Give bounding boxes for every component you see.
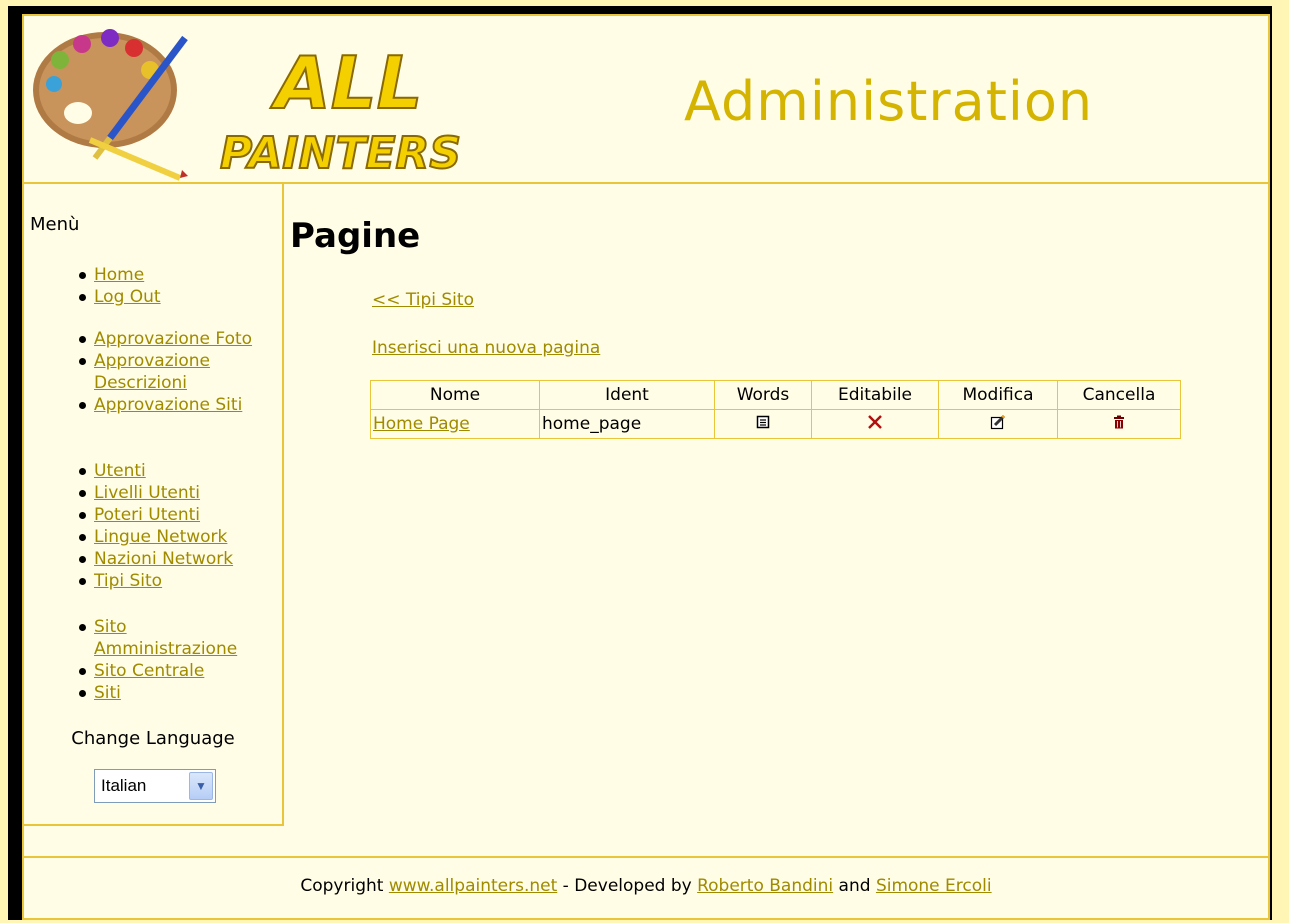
- menu-group-main: Home Log Out: [24, 264, 264, 308]
- edit-icon[interactable]: [990, 414, 1006, 430]
- menu-item-nazioni-network: Nazioni Network: [24, 548, 264, 570]
- footer-and: and: [833, 876, 876, 896]
- footer-developed-by: - Developed by: [557, 876, 698, 896]
- allpainters-logo: ALL PAINTERS: [33, 29, 462, 181]
- menu-group-users: Utenti Livelli Utenti Poteri Utenti Ling…: [24, 460, 264, 592]
- menu-heading: Menù: [30, 214, 80, 235]
- menu-item-tipi-sito: Tipi Sito: [24, 570, 264, 592]
- column-header-editabile: Editabile: [811, 380, 939, 410]
- menu-item-livelli-utenti: Livelli Utenti: [24, 482, 264, 504]
- cell-nome: Home Page: [370, 409, 540, 439]
- livelli-utenti-link[interactable]: Livelli Utenti: [94, 483, 200, 503]
- admin-title: Administration: [684, 70, 1094, 133]
- home-link[interactable]: Home: [94, 265, 144, 285]
- cell-ident: home_page: [539, 409, 715, 439]
- column-header-nome: Nome: [370, 380, 540, 410]
- footer-copyright: Copyright: [300, 876, 389, 896]
- list-icon[interactable]: [756, 415, 770, 429]
- logo-text-painters: PAINTERS: [220, 128, 461, 179]
- footer-author1-link[interactable]: Roberto Bandini: [697, 876, 833, 896]
- menu-item-approvazione-siti: Approvazione Siti: [24, 394, 264, 416]
- tipi-sito-link[interactable]: Tipi Sito: [94, 571, 162, 591]
- cell-words: [714, 409, 812, 439]
- x-icon: [868, 414, 882, 429]
- footer-author2-link[interactable]: Simone Ercoli: [876, 876, 992, 896]
- utenti-link[interactable]: Utenti: [94, 461, 146, 481]
- chevron-down-icon[interactable]: ▼: [189, 772, 213, 800]
- menu-item-sito-centrale: Sito Centrale: [24, 660, 264, 682]
- language-select[interactable]: Italian ▼: [94, 769, 216, 803]
- cell-cancella: [1057, 409, 1181, 439]
- page-container: ALL PAINTERS Administration Menù Home Lo…: [22, 14, 1270, 920]
- menu-item-approvazione-descrizioni: Approvazione Descrizioni: [24, 350, 264, 394]
- menu-group-sites: Sito Amministrazione Sito Centrale Siti: [24, 616, 264, 704]
- menu-item-lingue-network: Lingue Network: [24, 526, 264, 548]
- sito-amministrazione-link[interactable]: Sito Amministrazione: [94, 617, 237, 659]
- language-select-value: Italian: [101, 776, 147, 795]
- header: ALL PAINTERS Administration: [24, 16, 1268, 184]
- column-header-modifica: Modifica: [938, 380, 1058, 410]
- table-header-row: Nome Ident Words Editabile Modifica Canc…: [370, 380, 1181, 410]
- new-page-link[interactable]: Inserisci una nuova pagina: [372, 338, 600, 358]
- logo-text-all: ALL: [270, 41, 422, 125]
- lingue-network-link[interactable]: Lingue Network: [94, 527, 227, 547]
- pages-table: Nome Ident Words Editabile Modifica Canc…: [370, 380, 1181, 439]
- approvazione-foto-link[interactable]: Approvazione Foto: [94, 329, 252, 349]
- footer-text: Copyright www.allpainters.net - Develope…: [24, 876, 1268, 896]
- cell-modifica: [938, 409, 1058, 439]
- menu-item-home: Home: [24, 264, 264, 286]
- nazioni-network-link[interactable]: Nazioni Network: [94, 549, 233, 569]
- menu-item-logout: Log Out: [24, 286, 264, 308]
- page-name-link[interactable]: Home Page: [373, 414, 470, 434]
- change-language-label: Change Language: [71, 728, 235, 749]
- column-header-cancella: Cancella: [1057, 380, 1181, 410]
- column-header-ident: Ident: [539, 380, 715, 410]
- approvazione-descrizioni-link[interactable]: Approvazione Descrizioni: [94, 351, 210, 393]
- approvazione-siti-link[interactable]: Approvazione Siti: [94, 395, 242, 415]
- sito-centrale-link[interactable]: Sito Centrale: [94, 661, 204, 681]
- siti-link[interactable]: Siti: [94, 683, 121, 703]
- menu-group-approval: Approvazione Foto Approvazione Descrizio…: [24, 328, 264, 416]
- table-row: Home Page home_page: [370, 409, 1181, 439]
- page-title: Pagine: [290, 216, 421, 256]
- menu-item-poteri-utenti: Poteri Utenti: [24, 504, 264, 526]
- menu-item-sito-amministrazione: Sito Amministrazione: [24, 616, 264, 660]
- cell-editabile: [811, 409, 939, 439]
- menu-item-approvazione-foto: Approvazione Foto: [24, 328, 264, 350]
- back-to-tipi-sito-link[interactable]: << Tipi Sito: [372, 290, 474, 310]
- sidebar-menu: Menù Home Log Out Approvazione Foto Appr…: [24, 184, 284, 826]
- footer: Copyright www.allpainters.net - Develope…: [24, 856, 1268, 918]
- footer-site-link[interactable]: www.allpainters.net: [389, 876, 557, 896]
- logout-link[interactable]: Log Out: [94, 287, 161, 307]
- column-header-words: Words: [714, 380, 812, 410]
- trash-icon[interactable]: [1112, 415, 1126, 429]
- menu-item-siti: Siti: [24, 682, 264, 704]
- poteri-utenti-link[interactable]: Poteri Utenti: [94, 505, 200, 525]
- menu-item-utenti: Utenti: [24, 460, 264, 482]
